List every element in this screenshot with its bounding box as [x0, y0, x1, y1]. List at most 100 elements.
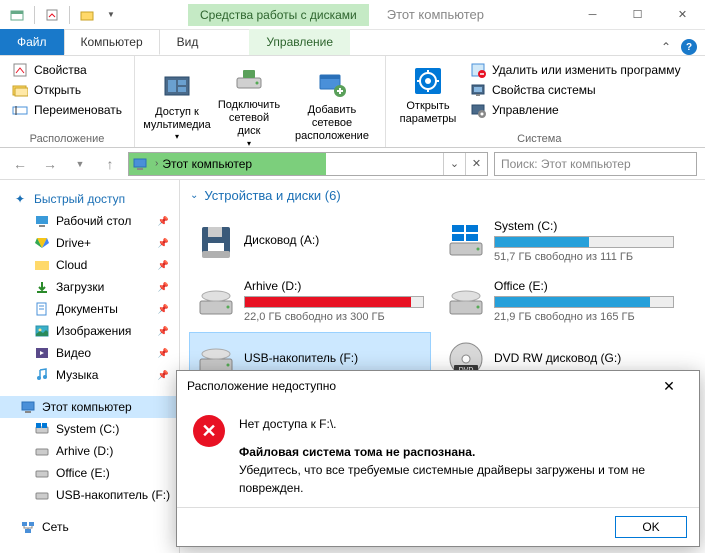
- hdd-icon: [34, 465, 50, 481]
- dialog-ok-button[interactable]: OK: [615, 516, 687, 538]
- sidebar-office-e[interactable]: Office (E:): [0, 462, 179, 484]
- collapse-ribbon-icon[interactable]: ⌃: [661, 40, 671, 54]
- properties-icon: [12, 62, 28, 78]
- dialog-titlebar: Расположение недоступно ✕: [177, 371, 699, 401]
- tab-view[interactable]: Вид: [160, 29, 216, 55]
- sidebar-documents[interactable]: Документы 📌: [0, 298, 179, 320]
- pictures-icon: [34, 323, 50, 339]
- sidebar-this-pc[interactable]: Этот компьютер: [0, 396, 179, 418]
- address-stop-button[interactable]: ✕: [465, 153, 487, 175]
- map-drive-icon: [233, 64, 265, 96]
- nav-history-button[interactable]: ▼: [68, 152, 92, 176]
- sidebar-downloads[interactable]: Загрузки📌: [0, 276, 179, 298]
- quick-access-toolbar: ▼: [0, 4, 128, 26]
- properties-button[interactable]: Свойства: [8, 60, 126, 80]
- sidebar-driveplus[interactable]: Drive+📌: [0, 232, 179, 254]
- sidebar-music[interactable]: Музыка📌: [0, 364, 179, 386]
- rename-label: Переименовать: [34, 103, 122, 117]
- search-input[interactable]: Поиск: Этот компьютер: [494, 152, 697, 176]
- rename-icon: [12, 102, 28, 118]
- uninstall-icon: [470, 62, 486, 78]
- ribbon-group-system-label: Система: [394, 131, 685, 145]
- desktop-icon: [34, 213, 50, 229]
- properties-label: Свойства: [34, 63, 87, 77]
- sidebar-videos[interactable]: Видео📌: [0, 342, 179, 364]
- add-network-button[interactable]: Добавить сетевое расположение: [287, 60, 377, 152]
- sidebar-item-label: Cloud: [56, 258, 87, 272]
- sidebar-item-label: Этот компьютер: [42, 400, 132, 414]
- sidebar-usb-f[interactable]: USB-накопитель (F:): [0, 484, 179, 506]
- address-dropdown-button[interactable]: ⌄: [443, 153, 465, 175]
- sidebar-desktop[interactable]: Рабочий стол📌: [0, 210, 179, 232]
- drive-item[interactable]: Дисковод (A:): [190, 213, 430, 269]
- map-drive-button[interactable]: Подключить сетевой диск ▾: [215, 60, 283, 152]
- music-icon: [34, 367, 50, 383]
- drive-free-text: 22,0 ГБ свободно из 300 ГБ: [244, 311, 424, 323]
- drive-item[interactable]: System (C:)51,7 ГБ свободно из 111 ГБ: [440, 213, 680, 269]
- media-access-button[interactable]: Доступ к мультимедиа ▾: [143, 60, 211, 152]
- sidebar-item-label: Документы: [56, 302, 118, 316]
- open-button[interactable]: Открыть: [8, 80, 126, 100]
- drive-info: System (C:)51,7 ГБ свободно из 111 ГБ: [494, 219, 674, 263]
- network-icon: [20, 519, 36, 535]
- pin-icon: 📌: [158, 304, 169, 315]
- sidebar-item-label: Загрузки: [56, 280, 104, 294]
- tab-file[interactable]: Файл: [0, 29, 64, 55]
- sidebar-quick-access[interactable]: ✦Быстрый доступ: [0, 188, 179, 210]
- sidebar-arhive-d[interactable]: Arhive (D:): [0, 440, 179, 462]
- manage-button[interactable]: Управление: [466, 100, 685, 120]
- drives-container: Дисковод (A:) System (C:)51,7 ГБ свободно…: [190, 213, 695, 385]
- tab-manage[interactable]: Управление: [249, 29, 350, 55]
- drive-info: USB-накопитель (F:): [244, 351, 424, 368]
- sidebar-system-c[interactable]: System (C:): [0, 418, 179, 440]
- uninstall-button[interactable]: Удалить или изменить программу: [466, 60, 685, 80]
- breadcrumb-chevron-icon[interactable]: ›: [151, 158, 162, 169]
- folder-icon: [34, 257, 50, 273]
- address-bar[interactable]: › Этот компьютер ⌄ ✕: [128, 152, 488, 176]
- drive-icon: [446, 281, 486, 321]
- drive-icon: [196, 281, 236, 321]
- devices-header-label: Устройства и диски (6): [204, 188, 340, 203]
- maximize-button[interactable]: ☐: [615, 0, 660, 30]
- rename-button[interactable]: Переименовать: [8, 100, 126, 120]
- devices-header[interactable]: ⌄ Устройства и диски (6): [190, 188, 695, 203]
- close-button[interactable]: ✕: [660, 0, 705, 30]
- tab-computer[interactable]: Компьютер: [64, 29, 160, 55]
- nav-up-button[interactable]: ↑: [98, 152, 122, 176]
- ribbon-group-location: Свойства Открыть Переименовать Расположе…: [0, 56, 135, 147]
- nav-back-button[interactable]: ←: [8, 152, 32, 176]
- qat-new-folder-icon[interactable]: [76, 4, 98, 26]
- nav-forward-button[interactable]: →: [38, 152, 62, 176]
- sidebar-network[interactable]: Сеть: [0, 516, 179, 538]
- sidebar-pictures[interactable]: Изображения📌: [0, 320, 179, 342]
- drive-name: USB-накопитель (F:): [244, 351, 424, 365]
- breadcrumb-text[interactable]: Этот компьютер: [162, 157, 252, 171]
- system-properties-button[interactable]: Свойства системы: [466, 80, 685, 100]
- sysprops-label: Свойства системы: [492, 83, 596, 97]
- drive-item[interactable]: Arhive (D:)22,0 ГБ свободно из 300 ГБ: [190, 273, 430, 329]
- uninstall-label: Удалить или изменить программу: [492, 63, 681, 77]
- help-icon[interactable]: ?: [681, 39, 697, 55]
- manage-label: Управление: [492, 103, 559, 117]
- sidebar-item-label: Музыка: [56, 368, 98, 382]
- contextual-tab-header: Средства работы с дисками: [188, 4, 369, 26]
- qat-dropdown-icon[interactable]: ▼: [100, 4, 122, 26]
- open-settings-button[interactable]: Открыть параметры: [394, 60, 462, 131]
- sidebar-item-label: USB-накопитель (F:): [56, 488, 170, 502]
- add-network-icon: [316, 69, 348, 101]
- settings-icon: [412, 65, 444, 97]
- sidebar-item-label: Arhive (D:): [56, 444, 113, 458]
- drive-icon: [34, 235, 50, 251]
- error-dialog: Расположение недоступно ✕ ✕ Нет доступа …: [176, 370, 700, 547]
- sidebar-cloud[interactable]: Cloud📌: [0, 254, 179, 276]
- pin-icon: 📌: [158, 238, 169, 249]
- add-network-label: Добавить сетевое расположение: [289, 104, 375, 144]
- dialog-close-button[interactable]: ✕: [649, 372, 689, 400]
- error-icon: ✕: [193, 415, 225, 447]
- search-placeholder: Поиск: Этот компьютер: [501, 157, 631, 171]
- minimize-button[interactable]: ─: [570, 0, 615, 30]
- drive-c-icon: [34, 421, 50, 437]
- qat-icon-1[interactable]: [6, 4, 28, 26]
- qat-properties-icon[interactable]: [41, 4, 63, 26]
- drive-item[interactable]: Office (E:)21,9 ГБ свободно из 165 ГБ: [440, 273, 680, 329]
